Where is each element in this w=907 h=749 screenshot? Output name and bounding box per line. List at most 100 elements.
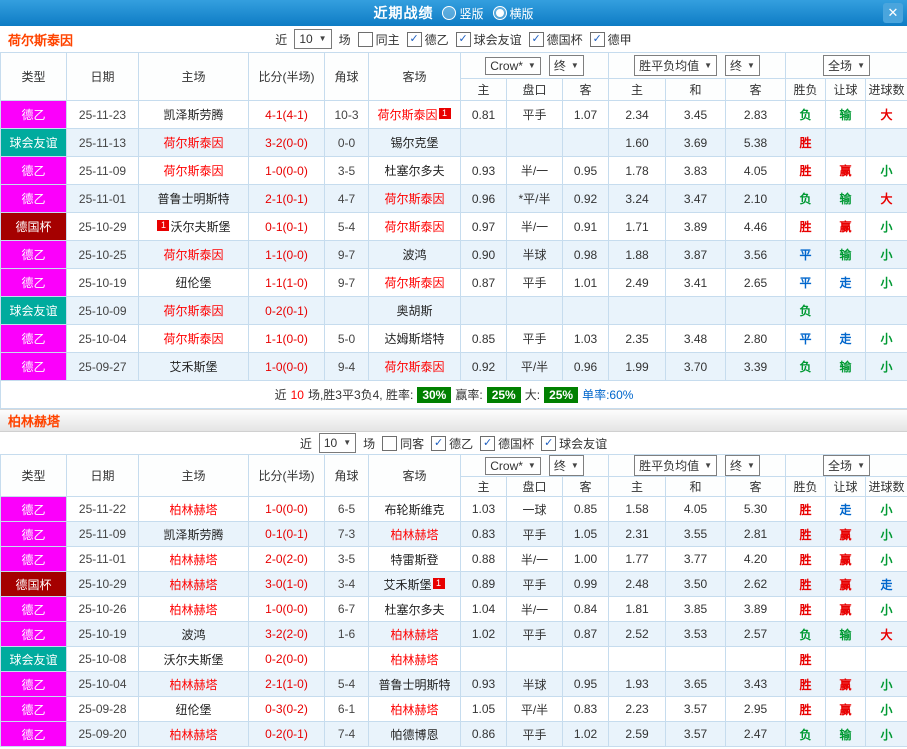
avg-odds: 2.62 (724, 571, 787, 597)
league-cell: 德乙 (0, 156, 67, 185)
filter-checkbox[interactable]: 同客 (382, 435, 424, 452)
filter-checkbox[interactable]: 同主 (357, 31, 400, 48)
corner-count: 6-5 (324, 496, 369, 522)
match-count-select[interactable]: 10 ▼ (318, 433, 357, 453)
avg-odds: 2.49 (608, 268, 666, 297)
match-row: 德乙 25-10-25 荷尔斯泰因 1-1(0-0) 9-7 波鸿 0.90 半球 0.98 1.… (0, 240, 907, 269)
sub-column-header: 盘口 (506, 476, 563, 497)
avg-odds: 3.45 (665, 100, 726, 129)
home-team: 纽伦堡 (138, 268, 249, 297)
avg-odds: 2.23 (608, 696, 666, 722)
crown-odds: 0.93 (460, 671, 507, 697)
match-count-select[interactable]: 10 ▼ (294, 29, 332, 49)
header-dropdown[interactable]: 终 ▼ (725, 455, 760, 476)
crown-odds: 0.92 (460, 352, 507, 381)
home-team: 普鲁士明斯特 (138, 184, 249, 213)
filter-checkbox[interactable]: ✓ 德甲 (589, 31, 632, 48)
result-cell (825, 646, 867, 672)
header-dropdown[interactable]: 终 ▼ (725, 55, 760, 76)
match-score: 3-0(1-0) (248, 571, 325, 597)
match-score: 1-1(0-0) (248, 324, 325, 353)
table-header-row: 类型 日期 主场 比分(半场) 角球 客场 Crow* ▼ 终 ▼ 胜平负均值 ▼ 终 ▼ 全场 ▼ (0, 52, 907, 101)
crown-odds (506, 128, 563, 157)
match-date: 25-10-19 (66, 268, 139, 297)
result-cell: 输 (825, 100, 867, 129)
filter-checkbox[interactable]: ✓ 德乙 (431, 435, 473, 452)
crown-odds: 1.05 (562, 521, 609, 547)
column-header: 类型 (0, 52, 67, 101)
column-header: 客场 (368, 454, 461, 497)
match-row: 德乙 25-11-09 荷尔斯泰因 1-0(0-0) 3-5 杜塞尔多夫 0.93 半/一 0.… (0, 156, 907, 185)
match-row: 德乙 25-10-04 柏林赫塔 2-1(1-0) 5-4 普鲁士明斯特 0.93 半球 0.9… (0, 671, 907, 697)
crown-odds: 0.93 (460, 156, 507, 185)
result-cell: 大 (865, 184, 907, 213)
header-dropdown[interactable]: 胜平负均值 ▼ (634, 455, 717, 476)
checkbox-label: 德乙 (424, 32, 449, 47)
match-row: 德乙 25-09-20 柏林赫塔 0-2(0-1) 7-4 帕德博恩 0.86 平手 1.02 2… (0, 721, 907, 747)
crown-odds: 0.87 (460, 268, 507, 297)
home-team-name: 荷尔斯泰因 (163, 136, 224, 150)
header-dropdown[interactable]: 全场 ▼ (823, 455, 870, 476)
header-dropdown[interactable]: Crow* ▼ (485, 57, 541, 75)
dropdown-label: 终 (730, 459, 743, 473)
home-team-name: 沃尔夫斯堡 (170, 220, 231, 234)
topbar: 近期战绩 竖版 横版 ✕ (0, 0, 907, 26)
avg-odds: 2.59 (608, 721, 666, 747)
sub-column-header: 进球数 (865, 78, 907, 101)
home-team-name: 柏林赫塔 (169, 727, 218, 742)
checkbox-label: 德乙 (449, 436, 474, 451)
close-button[interactable]: ✕ (883, 3, 903, 23)
avg-odds: 2.52 (608, 621, 666, 647)
filter-checkbox[interactable]: ✓ 德国杯 (528, 31, 583, 48)
result-cell: 胜 (785, 156, 827, 185)
result-cell: 胜 (785, 546, 827, 572)
header-dropdown[interactable]: Crow* ▼ (485, 457, 541, 475)
dropdown-label: 全场 (828, 459, 853, 473)
filter-checkbox[interactable]: ✓ 球会友谊 (455, 31, 522, 48)
avg-odds: 2.65 (724, 268, 787, 297)
filter-checkbox[interactable]: ✓ 德国杯 (480, 435, 534, 452)
avg-odds: 3.65 (665, 671, 726, 697)
header-dropdown[interactable]: 全场 ▼ (823, 55, 870, 76)
filter-checkbox[interactable]: ✓ 德乙 (406, 31, 449, 48)
result-cell (865, 296, 907, 325)
crown-odds: 半/一 (506, 156, 563, 185)
away-team: 柏林赫塔 (368, 646, 461, 672)
crown-odds: 0.98 (562, 240, 609, 269)
avg-odds: 1.93 (608, 671, 666, 697)
crown-odds: 半球 (506, 240, 563, 269)
match-row: 德乙 25-10-19 波鸿 3-2(2-0) 1-6 柏林赫塔 1.02 平手 0.87 2.5… (0, 621, 907, 647)
header-dropdown[interactable]: 终 ▼ (548, 455, 584, 476)
result-cell: 小 (865, 240, 907, 269)
layout-radio-vertical[interactable]: 竖版 (442, 5, 484, 22)
avg-odds: 3.89 (724, 596, 787, 622)
result-cell: 输 (825, 240, 867, 269)
column-header: 比分(半场) (248, 454, 325, 497)
crown-odds: 半球 (506, 671, 563, 697)
chevron-down-icon: ▼ (704, 460, 712, 470)
corner-count: 9-4 (324, 352, 369, 381)
home-team: 荷尔斯泰因 (138, 128, 249, 157)
radio-label-vertical: 竖版 (459, 6, 484, 21)
dropdown-header-cell: 胜平负均值 ▼ 终 ▼ (607, 454, 787, 477)
sub-column-header: 主 (608, 476, 666, 497)
match-row: 德乙 25-11-23 凯泽斯劳腾 4-1(4-1) 10-3 荷尔斯泰因 1 0.81 平手 1… (0, 100, 907, 129)
crown-odds (562, 296, 609, 325)
corner-count: 5-0 (324, 324, 369, 353)
crown-odds: 平手 (506, 324, 563, 353)
layout-radio-horizontal[interactable]: 横版 (492, 5, 534, 22)
crown-odds (460, 646, 507, 672)
header-dropdown[interactable]: 终 ▼ (548, 55, 584, 76)
result-cell: 小 (865, 212, 907, 241)
match-row: 德乙 25-11-22 柏林赫塔 1-0(0-0) 6-5 布轮斯维克 1.03 一球 0.85… (0, 496, 907, 522)
filter-checkbox[interactable]: ✓ 球会友谊 (541, 435, 607, 452)
home-team-name: 柏林赫塔 (169, 677, 218, 692)
header-dropdown[interactable]: 胜平负均值 ▼ (634, 55, 717, 76)
crown-odds: 1.01 (562, 268, 609, 297)
dropdown-label: 终 (730, 59, 743, 73)
result-cell: 小 (865, 721, 907, 747)
summary-row: 近 10 场,胜3平3负4, 胜率: 30% 赢率: 25% 大: 25% 单率:60% (0, 380, 907, 409)
match-score: 2-0(2-0) (248, 546, 325, 572)
section-header: 荷尔斯泰因近 10 ▼ 场同主 ✓ 德乙 ✓ 球会友谊 ✓ 德国杯 ✓ 德甲 (0, 26, 907, 52)
corner-count: 3-5 (324, 156, 369, 185)
